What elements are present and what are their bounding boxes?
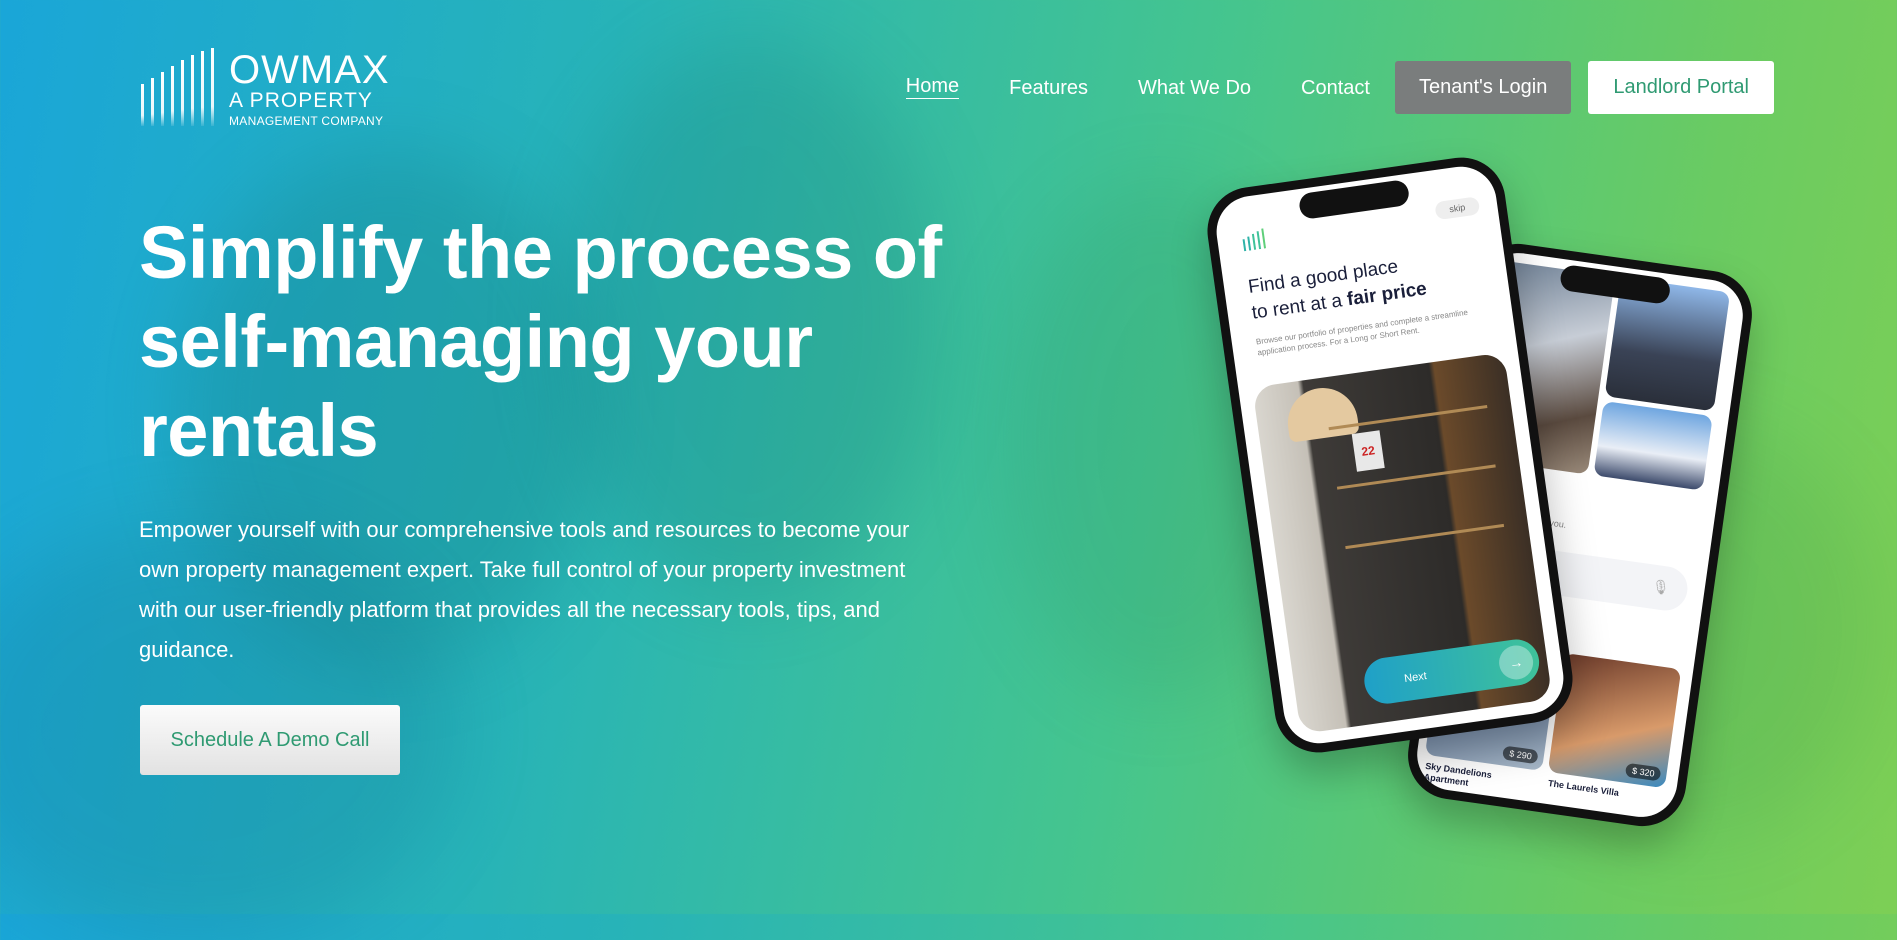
nav-home[interactable]: Home [905, 76, 960, 99]
microphone-icon: 🎙 [1650, 577, 1671, 596]
shelf-line [1345, 523, 1505, 550]
heading-emphasis: fair price [1345, 278, 1429, 311]
nav-what-we-do[interactable]: What We Do [1138, 62, 1251, 114]
interior-photo: 22 Next → [1252, 352, 1553, 735]
skip-button[interactable]: skip [1434, 196, 1481, 221]
brand-logo[interactable]: OWMAX A PROPERTY MANAGEMENT COMPANY [139, 48, 389, 128]
landlord-portal-button[interactable]: Landlord Portal [1588, 61, 1774, 114]
brand-tagline-small: MANAGEMENT COMPANY [229, 114, 384, 128]
lamp-shape [1283, 383, 1360, 443]
hero-description: Empower yourself with our comprehensive … [139, 517, 910, 662]
price-badge: $ 320 [1625, 762, 1662, 782]
property-name: The Laurels Villa [1547, 778, 1620, 798]
tenant-login-button[interactable]: Tenant's Login [1394, 61, 1572, 114]
brand-tagline: A PROPERTY [229, 89, 373, 112]
hero-headline: Simplify the process of self-managing yo… [139, 211, 942, 472]
property-photo [1593, 401, 1713, 491]
jersey-frame: 22 [1351, 430, 1385, 472]
nav-contact[interactable]: Contact [1301, 62, 1370, 114]
app-logo-icon [1242, 228, 1267, 252]
phone-mockup-onboarding: skip Find a good place to rent at a fair… [1201, 151, 1579, 759]
next-label: Next [1403, 670, 1428, 686]
logo-bars-icon [141, 48, 214, 126]
brand-name: OWMAX [229, 48, 390, 92]
nav-features[interactable]: Features [1009, 62, 1088, 114]
price-badge: $ 290 [1502, 745, 1539, 765]
main-nav: Home Features What We Do Contact Tenant'… [856, 61, 1774, 114]
arrow-right-icon: → [1496, 643, 1536, 682]
schedule-demo-button[interactable]: Schedule A Demo Call [140, 705, 400, 775]
next-button[interactable]: Next → [1361, 636, 1543, 707]
